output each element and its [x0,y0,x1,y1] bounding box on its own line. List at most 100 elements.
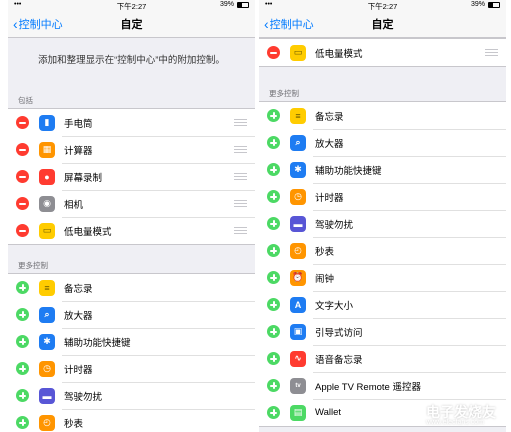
item-label: 低电量模式 [64,226,112,238]
list-item[interactable]: ≡ 备忘录 [259,102,506,129]
reorder-handle-icon[interactable] [485,49,498,56]
add-button[interactable] [267,244,280,257]
list-item[interactable]: ◉ 相机 [8,190,255,217]
list-item[interactable]: ▭ 低电量模式 [259,39,506,66]
more-controls-list: ≡ 备忘录 ⌕ 放大器 ✱ 辅助功能快捷键 ◷ 计时器 ▬ 驾驶勿扰 ◴ 秒表 ⏰ 闹钟 A 文字大小 ▣ 引导式… [259,101,506,427]
list-item[interactable]: ● 屏幕录制 [8,163,255,190]
list-item[interactable]: ▬ 驾驶勿扰 [259,210,506,237]
item-label: 计时器 [315,192,344,204]
add-button[interactable] [267,352,280,365]
list-item[interactable]: tv Apple TV Remote 遥控器 [259,372,506,399]
list-item[interactable]: A 文字大小 [259,291,506,318]
list-item[interactable]: ◴ 秒表 [8,409,255,432]
description-text: 添加和整理显示在“控制中心”中的附加控制。 [38,55,225,66]
item-label: 闹钟 [315,273,335,285]
list-item[interactable]: ◷ 计时器 [8,355,255,382]
item-label: 文字大小 [315,300,354,312]
remove-button[interactable] [16,224,29,237]
battery-percent: 39% [470,1,485,8]
timer-icon: ◷ [290,188,306,205]
remove-button[interactable] [16,143,29,156]
add-button[interactable] [267,325,280,338]
item-label: Apple TV Remote 遥控器 [315,381,421,393]
reorder-handle-icon[interactable] [234,119,247,126]
remove-button[interactable] [267,46,280,59]
item-label: 秒表 [315,246,335,258]
add-button[interactable] [267,298,280,311]
item-label: 手电筒 [64,118,93,130]
list-item[interactable]: ⏰ 闹钟 [259,264,506,291]
add-button[interactable] [16,416,29,429]
list-item[interactable]: ✱ 辅助功能快捷键 [8,328,255,355]
list-item[interactable]: ⌕ 放大器 [259,129,506,156]
status-right: 39% [220,1,249,8]
add-button[interactable] [267,217,280,230]
list-item[interactable]: ∿ 语音备忘录 [259,345,506,372]
battery-icon [237,1,249,8]
remove-button[interactable] [16,116,29,129]
watermark-icon [400,404,422,426]
timer-icon: ◷ [39,360,55,377]
add-button[interactable] [16,308,29,321]
list-item[interactable]: ≡ 备忘录 [8,274,255,301]
add-button[interactable] [16,362,29,375]
magnifier-icon: ⌕ [39,306,55,323]
phone-left: ••• 下午2:27 39% ‹ 控制中心 自定 添加和整理显示在“控制中心”中… [8,0,255,432]
nav-bar: ‹ 控制中心 自定 [8,10,255,38]
section-header-more: 更多控制 [269,89,299,98]
add-button[interactable] [267,136,280,149]
list-item[interactable]: ◷ 计时器 [259,183,506,210]
reorder-handle-icon[interactable] [234,146,247,153]
guided-access-icon: ▣ [290,323,306,340]
list-item[interactable]: ▦ 计算器 [8,136,255,163]
notes-icon: ≡ [290,107,306,124]
status-bar: ••• 下午2:27 39% [259,0,506,11]
remove-button[interactable] [16,170,29,183]
item-label: 语音备忘录 [315,354,363,366]
status-right: 39% [471,1,500,8]
item-label: 相机 [64,199,84,211]
flashlight-icon: ▮ [39,114,55,131]
low-power-icon: ▭ [290,44,306,61]
item-label: 低电量模式 [315,48,363,60]
watermark-text-en: www.elecfans.com [426,418,484,426]
reorder-handle-icon[interactable] [234,200,247,207]
add-button[interactable] [16,389,29,402]
list-item[interactable]: ✱ 辅助功能快捷键 [259,156,506,183]
list-item[interactable]: ▣ 引导式访问 [259,318,506,345]
add-button[interactable] [267,163,280,176]
remove-button[interactable] [16,197,29,210]
list-item[interactable]: ◴ 秒表 [259,237,506,264]
reorder-handle-icon[interactable] [234,173,247,180]
add-button[interactable] [267,190,280,203]
driving-icon: ▬ [290,215,306,232]
accessibility-icon: ✱ [39,333,55,350]
add-button[interactable] [267,406,280,419]
page-title: 自定 [120,19,143,31]
item-label: 驾驶勿扰 [64,391,103,403]
list-item[interactable]: ▬ 驾驶勿扰 [8,382,255,409]
section-header-more: 更多控制 [18,261,48,270]
more-controls-list: ≡ 备忘录 ⌕ 放大器 ✱ 辅助功能快捷键 ◷ 计时器 ▬ 驾驶勿扰 ◴ 秒表 [8,273,255,432]
notes-icon: ≡ [39,279,55,296]
magnifier-icon: ⌕ [290,134,306,151]
accessibility-icon: ✱ [290,161,306,178]
list-item[interactable]: ▭ 低电量模式 [8,217,255,244]
included-list: ▭ 低电量模式 [259,38,506,67]
screenshot-stage: ••• 下午2:27 39% ‹ 控制中心 自定 添加和整理显示在“控制中心”中… [0,0,511,432]
add-button[interactable] [267,109,280,122]
add-button[interactable] [16,335,29,348]
battery-icon [488,1,500,8]
reorder-handle-icon[interactable] [234,227,247,234]
phone-right: ••• 下午2:27 39% ‹ 控制中心 自定 ▭ 低电量模式 更多控制 ≡ 备忘… [259,0,506,432]
add-button[interactable] [267,379,280,392]
list-item[interactable]: ▮ 手电筒 [8,109,255,136]
add-button[interactable] [16,281,29,294]
list-item[interactable]: ⌕ 放大器 [8,301,255,328]
wallet-icon: ▤ [290,404,306,421]
add-button[interactable] [267,271,280,284]
item-label: 引导式访问 [315,327,363,339]
watermark-text-cn: 电子发烧友 [426,403,496,420]
stopwatch-icon: ◴ [39,414,55,431]
item-label: 秒表 [64,418,84,430]
